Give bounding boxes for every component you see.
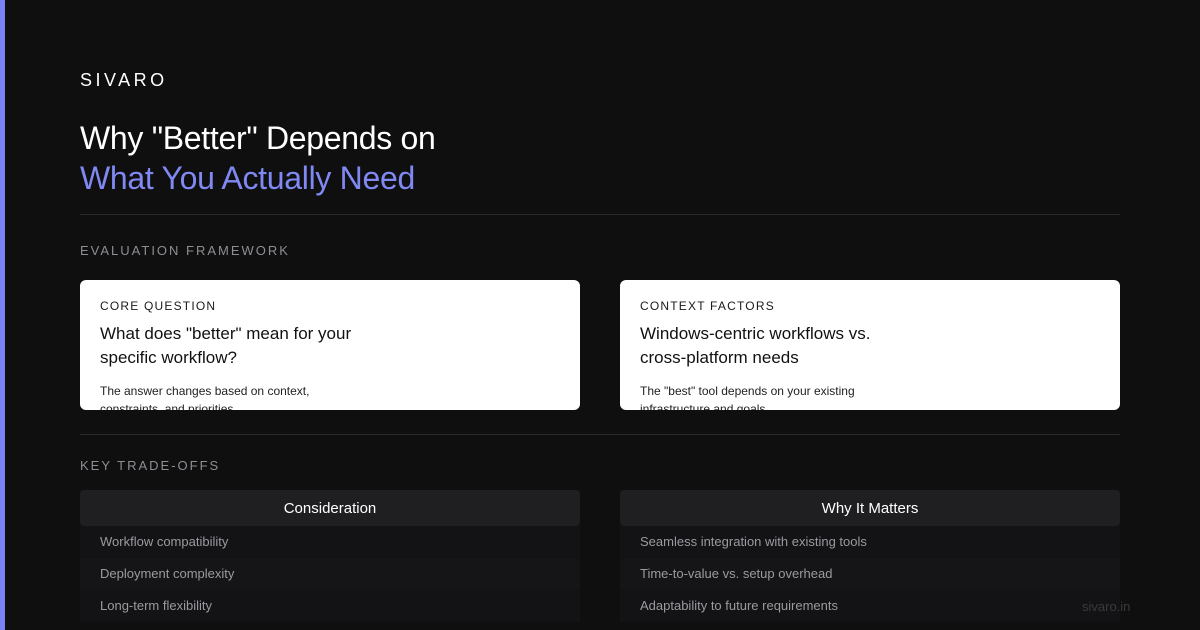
consideration-table: Consideration Workflow compatibility Dep… bbox=[80, 490, 580, 622]
table-row: Adaptability to future requirements bbox=[620, 590, 1120, 622]
card-heading: Windows-centric workflows vs. cross-plat… bbox=[640, 324, 871, 367]
footer-url: sivaro.in bbox=[1082, 599, 1131, 614]
why-it-matters-header: Why It Matters bbox=[620, 490, 1120, 526]
section-divider-top bbox=[80, 214, 1120, 215]
card-body: The answer changes based on context, con… bbox=[100, 384, 310, 410]
table-row: Long-term flexibility bbox=[80, 590, 580, 622]
left-accent-bar bbox=[0, 0, 5, 630]
context-factors-card: CONTEXT FACTORS Windows-centric workflow… bbox=[620, 280, 1120, 410]
why-it-matters-table: Why It Matters Seamless integration with… bbox=[620, 490, 1120, 622]
table-row: Seamless integration with existing tools bbox=[620, 526, 1120, 558]
card-kicker: CONTEXT FACTORS bbox=[640, 299, 775, 313]
table-row: Deployment complexity bbox=[80, 558, 580, 590]
table-row: Workflow compatibility bbox=[80, 526, 580, 558]
title-line-1: Why "Better" Depends on bbox=[80, 120, 436, 156]
brand-logo-text: SIVARO bbox=[80, 70, 168, 90]
evaluation-framework-label: EVALUATION FRAMEWORK bbox=[80, 243, 290, 258]
card-heading: What does "better" mean for your specifi… bbox=[100, 324, 352, 367]
card-body: The "best" tool depends on your existing… bbox=[640, 384, 855, 410]
title-line-2-highlight: What You Actually Need bbox=[80, 160, 415, 196]
card-kicker: CORE QUESTION bbox=[100, 299, 217, 313]
key-tradeoffs-label: KEY TRADE-OFFS bbox=[80, 458, 221, 473]
section-divider-middle bbox=[80, 434, 1120, 435]
table-row: Time-to-value vs. setup overhead bbox=[620, 558, 1120, 590]
core-question-card: CORE QUESTION What does "better" mean fo… bbox=[80, 280, 580, 410]
consideration-header: Consideration bbox=[80, 490, 580, 526]
page-title: Why "Better" Depends on What You Actuall… bbox=[80, 118, 436, 198]
